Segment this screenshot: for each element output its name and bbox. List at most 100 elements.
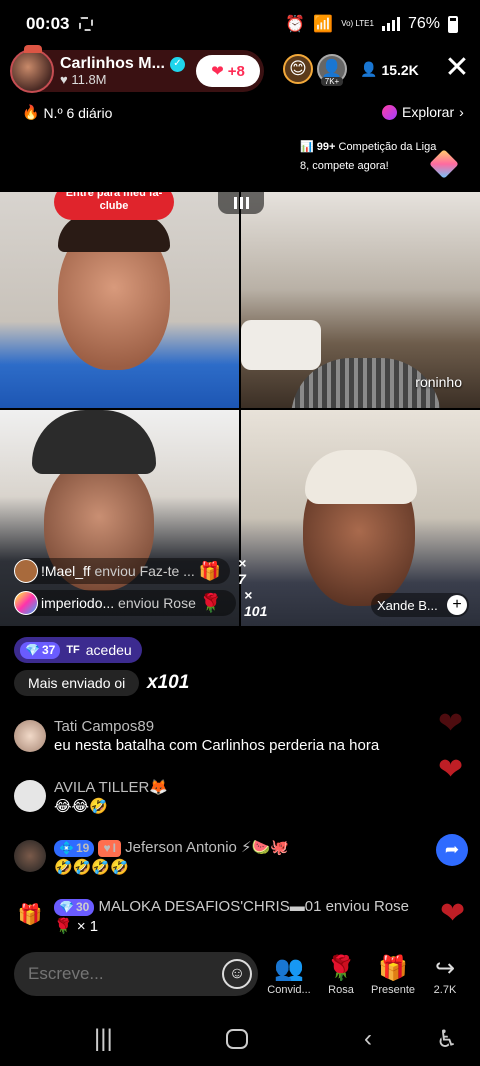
viewer-count[interactable]: 👤 15.2K: [360, 61, 419, 78]
avatar[interactable]: [14, 720, 46, 752]
viewer-avatar[interactable]: 😊: [283, 54, 313, 84]
chat-username[interactable]: Jeferson Antonio ⚡🍉🐙: [125, 839, 289, 856]
battery-level: 76%: [407, 15, 440, 32]
gift-text: enviou Faz-te ...: [94, 563, 195, 579]
league-cta: 8, compete agora!: [300, 160, 389, 172]
top-gift-pill[interactable]: Mais enviado oi: [14, 670, 140, 696]
gift-notification[interactable]: imperiodo... enviou Rose 🌹 × 101: [14, 587, 267, 619]
chat-message[interactable]: AVILA TILLER🦊 😂😂🤣: [14, 778, 168, 818]
chat-username[interactable]: Tati Campos89: [54, 718, 379, 735]
gift-multiplier: × 101: [244, 587, 268, 619]
league-title-row: 📊 99+ Competição da Liga: [300, 138, 436, 157]
gifter-avatar: [14, 591, 38, 615]
chart-icon: 📊: [300, 141, 314, 153]
gift-multiplier: × 7: [238, 555, 247, 587]
guest-video: [241, 320, 321, 370]
rose-icon: 🌹: [326, 955, 356, 982]
status-icons: ⏰ 📶 Vo) LTE1 76%: [285, 14, 458, 34]
gifter-avatar: [14, 559, 38, 583]
diamond-icon: 💎: [59, 900, 74, 914]
top-viewers[interactable]: 😊 👤 7K+: [283, 54, 347, 86]
battery-icon: [448, 15, 458, 33]
invite-icon: 👥: [274, 955, 304, 982]
share-icon: ↪: [434, 955, 456, 982]
avatar[interactable]: [14, 840, 46, 872]
people-icon: 👤: [360, 61, 378, 77]
host-name: Carlinhos M...: [60, 54, 165, 72]
fire-icon: 🔥: [22, 104, 40, 120]
action-label: Presente: [370, 984, 416, 996]
league-banner[interactable]: 📊 99+ Competição da Liga 8, compete agor…: [300, 138, 436, 176]
explore-button[interactable]: Explorar ›: [382, 104, 464, 120]
chat-username-row: 💠 19 ♥ I Jeferson Antonio ⚡🍉🐙: [54, 838, 289, 857]
gifter-name: imperiodo...: [41, 595, 115, 611]
avatar[interactable]: [14, 780, 46, 812]
gift-icon: 🎁: [378, 955, 408, 982]
host-likes-row: ♥ 11.8M: [60, 71, 185, 87]
follow-like-button[interactable]: ❤ +8: [196, 55, 260, 87]
rose-button[interactable]: 🌹 Rosa: [314, 954, 368, 996]
guest-name: Xande B...: [377, 597, 438, 613]
chat-username[interactable]: AVILA TILLER🦊: [54, 778, 168, 796]
daily-rank[interactable]: 🔥 N.º 6 diário: [22, 104, 112, 121]
back-icon[interactable]: ‹: [364, 1025, 372, 1053]
explore-label: Explorar: [402, 104, 455, 120]
network-label: Vo) LTE1: [341, 19, 374, 28]
host-info[interactable]: Carlinhos M... ✓ ♥ 11.8M ❤ +8: [10, 45, 264, 93]
signal-icon: [381, 17, 400, 31]
guest-tile-roninho[interactable]: roninho: [241, 192, 480, 408]
share-arrow-icon[interactable]: ➦: [436, 834, 468, 866]
chat-text: 🤣🤣🤣🤣: [54, 858, 129, 876]
chat-username[interactable]: MALOKA DESAFIOS'CHRIS▬01 enviou Rose: [98, 898, 408, 915]
host-details: Carlinhos M... ✓ ♥ 11.8M: [60, 54, 185, 87]
gift-button[interactable]: 🎁 Presente: [366, 954, 420, 996]
chat-message[interactable]: 🎁 💎 30 MALOKA DESAFIOS'CHRIS▬01 enviou Ro…: [14, 898, 409, 938]
accessibility-icon[interactable]: ♿: [436, 1025, 458, 1054]
gifter-name: !Mael_ff: [41, 563, 91, 579]
user-level-badge: 💎 37: [20, 641, 61, 659]
daily-rank-label: N.º 6 diário: [43, 104, 113, 121]
recent-apps-icon[interactable]: |||: [94, 1025, 113, 1053]
emoji-icon[interactable]: ☺: [222, 959, 252, 989]
gift-notification[interactable]: !Mael_ff enviou Faz-te ... 🎁 × 7: [14, 555, 246, 587]
chevron-right-icon: ›: [459, 104, 464, 120]
alarm-icon: ⏰: [285, 16, 306, 33]
fan-club-tag[interactable]: Entre para meu fã-clube: [54, 192, 174, 220]
team-badge: TF: [66, 644, 80, 656]
invite-button[interactable]: 👥 Convid...: [262, 954, 316, 996]
home-icon[interactable]: [226, 1029, 248, 1049]
pause-icon[interactable]: [218, 192, 264, 214]
host-name-row: Carlinhos M... ✓: [60, 54, 185, 73]
viewer-count-value: 15.2K: [381, 61, 419, 78]
share-button[interactable]: ↪ 2.7K: [418, 954, 472, 996]
chat-username-row: 💎 30 MALOKA DESAFIOS'CHRIS▬01 enviou Rose: [54, 898, 409, 916]
level-value: 30: [75, 900, 90, 914]
follow-plus-icon[interactable]: +: [447, 595, 467, 615]
action-label: Convid...: [267, 984, 311, 996]
action-label: 2.7K: [433, 984, 457, 996]
league-count: 99+: [316, 141, 336, 153]
league-title: Competição da Liga: [338, 141, 437, 153]
gift-text: enviou Rose: [118, 595, 196, 611]
rose-icon: 🌹: [199, 592, 223, 613]
top-gift-multiplier: x101: [147, 672, 190, 693]
guest-video: [32, 410, 156, 474]
user-level-badge: 💎 30: [54, 898, 95, 916]
guest-tile-host[interactable]: Entre para meu fã-clube: [0, 192, 239, 408]
heart-icon: ❤: [211, 63, 224, 80]
chat-message[interactable]: Tati Campos89 eu nesta batalha com Carli…: [14, 718, 379, 757]
viewer-avatar[interactable]: 👤 7K+: [317, 54, 347, 86]
host-likes: 11.8M: [71, 71, 107, 87]
join-notice[interactable]: 💎 37 TF acedeu: [14, 637, 142, 663]
explore-icon: [382, 104, 397, 120]
screen-record-icon: [79, 17, 94, 31]
wifi-icon: 📶: [313, 16, 334, 33]
diamond-icon: 💎: [25, 643, 40, 657]
close-icon[interactable]: ✕: [442, 53, 472, 84]
guest-name-tag[interactable]: Xande B... +: [371, 593, 469, 617]
chat-text: eu nesta batalha com Carlinhos perderia …: [54, 737, 380, 754]
host-avatar[interactable]: [10, 45, 54, 93]
fan-badge: ♥ I: [98, 839, 121, 857]
chat-message[interactable]: 💠 19 ♥ I Jeferson Antonio ⚡🍉🐙 🤣🤣🤣🤣: [14, 838, 289, 879]
clock: 00:03: [26, 14, 70, 33]
